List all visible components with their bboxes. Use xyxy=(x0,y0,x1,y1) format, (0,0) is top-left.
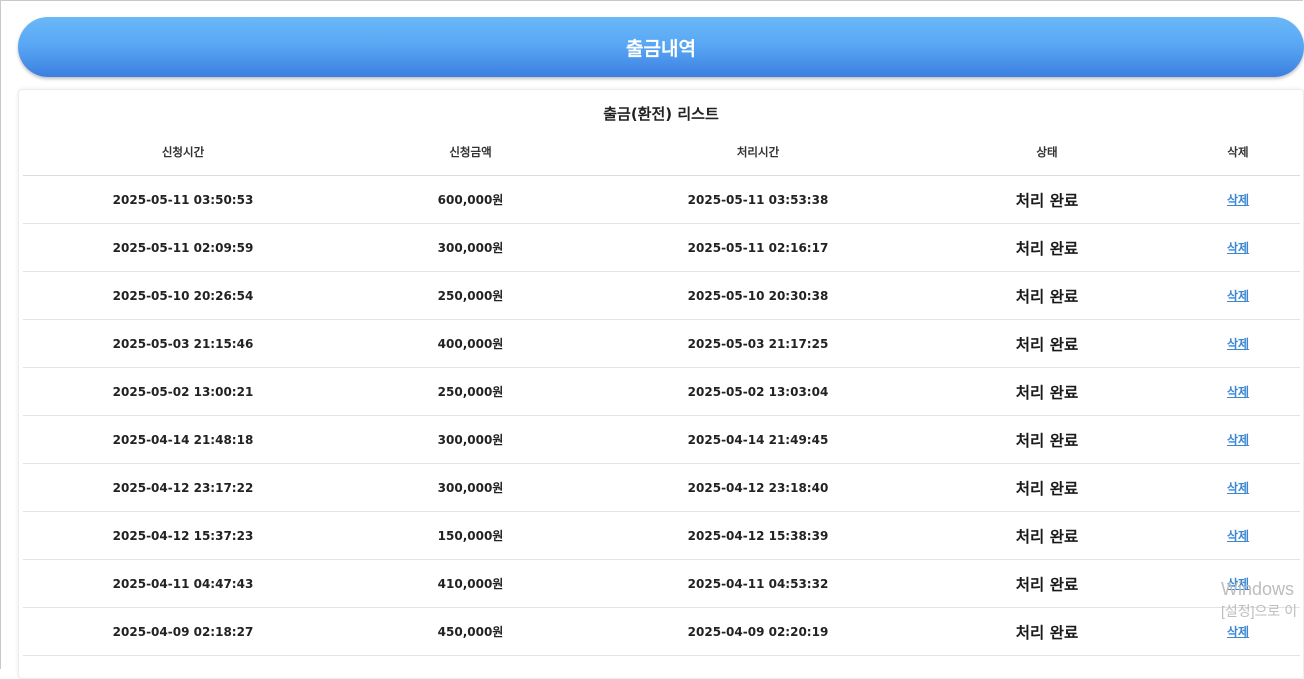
delete-link[interactable]: 삭제 xyxy=(1227,529,1249,543)
table-row: 2025-05-11 03:50:53 600,000원 2025-05-11 … xyxy=(23,175,1300,224)
delete-cell: 삭제 xyxy=(1176,463,1300,512)
amount-cell: 400,000원 xyxy=(343,319,598,368)
status-cell: 처리 완료 xyxy=(918,271,1176,320)
delete-link[interactable]: 삭제 xyxy=(1227,193,1249,207)
status-cell: 처리 완료 xyxy=(918,223,1176,272)
amount-cell: 600,000원 xyxy=(343,175,598,224)
delete-link[interactable]: 삭제 xyxy=(1227,433,1249,447)
amount-cell: 300,000원 xyxy=(343,463,598,512)
column-header-amount: 신청금액 xyxy=(343,129,598,176)
amount-cell: 150,000원 xyxy=(343,511,598,560)
delete-cell: 삭제 xyxy=(1176,415,1300,464)
withdraw-table: 신청시간 신청금액 처리시간 상태 삭제 2025-05-11 03:50:53… xyxy=(23,129,1300,656)
delete-link[interactable]: 삭제 xyxy=(1227,241,1249,255)
status-cell: 처리 완료 xyxy=(918,367,1176,416)
requested-at-cell: 2025-05-03 21:15:46 xyxy=(23,319,343,368)
delete-link[interactable]: 삭제 xyxy=(1227,385,1249,399)
processed-at-cell: 2025-05-11 02:16:17 xyxy=(598,223,918,272)
delete-cell: 삭제 xyxy=(1176,319,1300,368)
processed-at-cell: 2025-04-12 15:38:39 xyxy=(598,511,918,560)
status-cell: 처리 완료 xyxy=(918,559,1176,608)
status-cell: 처리 완료 xyxy=(918,415,1176,464)
table-row: 2025-04-09 02:18:27 450,000원 2025-04-09 … xyxy=(23,607,1300,656)
delete-cell: 삭제 xyxy=(1176,175,1300,224)
delete-link[interactable]: 삭제 xyxy=(1227,337,1249,351)
requested-at-cell: 2025-04-09 02:18:27 xyxy=(23,607,343,656)
column-header-processed-at: 처리시간 xyxy=(598,129,918,176)
amount-cell: 410,000원 xyxy=(343,559,598,608)
page-header-banner: 출금내역 xyxy=(18,17,1304,77)
requested-at-cell: 2025-04-12 23:17:22 xyxy=(23,463,343,512)
processed-at-cell: 2025-04-14 21:49:45 xyxy=(598,415,918,464)
delete-cell: 삭제 xyxy=(1176,511,1300,560)
delete-link[interactable]: 삭제 xyxy=(1227,289,1249,303)
status-cell: 처리 완료 xyxy=(918,175,1176,224)
processed-at-cell: 2025-04-11 04:53:32 xyxy=(598,559,918,608)
delete-link[interactable]: 삭제 xyxy=(1227,577,1249,591)
requested-at-cell: 2025-04-12 15:37:23 xyxy=(23,511,343,560)
requested-at-cell: 2025-05-10 20:26:54 xyxy=(23,271,343,320)
delete-cell: 삭제 xyxy=(1176,367,1300,416)
processed-at-cell: 2025-04-09 02:20:19 xyxy=(598,607,918,656)
table-header-row: 신청시간 신청금액 처리시간 상태 삭제 xyxy=(23,129,1300,176)
requested-at-cell: 2025-05-02 13:00:21 xyxy=(23,367,343,416)
requested-at-cell: 2025-05-11 02:09:59 xyxy=(23,223,343,272)
table-row: 2025-04-12 23:17:22 300,000원 2025-04-12 … xyxy=(23,463,1300,512)
amount-cell: 450,000원 xyxy=(343,607,598,656)
amount-cell: 250,000원 xyxy=(343,271,598,320)
list-title: 출금(환전) 리스트 xyxy=(603,105,719,123)
column-header-status: 상태 xyxy=(918,129,1176,176)
status-cell: 처리 완료 xyxy=(918,511,1176,560)
processed-at-cell: 2025-05-10 20:30:38 xyxy=(598,271,918,320)
table-row: 2025-05-10 20:26:54 250,000원 2025-05-10 … xyxy=(23,271,1300,320)
amount-cell: 250,000원 xyxy=(343,367,598,416)
delete-cell: 삭제 xyxy=(1176,223,1300,272)
processed-at-cell: 2025-05-03 21:17:25 xyxy=(598,319,918,368)
withdraw-list-panel: 출금(환전) 리스트 신청시간 신청금액 처리시간 상태 삭제 2025-05-… xyxy=(18,89,1304,679)
status-cell: 처리 완료 xyxy=(918,607,1176,656)
page-title: 출금내역 xyxy=(626,37,696,60)
table-row: 2025-05-03 21:15:46 400,000원 2025-05-03 … xyxy=(23,319,1300,368)
table-row: 2025-04-12 15:37:23 150,000원 2025-04-12 … xyxy=(23,511,1300,560)
processed-at-cell: 2025-04-12 23:18:40 xyxy=(598,463,918,512)
column-header-requested-at: 신청시간 xyxy=(23,129,343,176)
requested-at-cell: 2025-05-11 03:50:53 xyxy=(23,175,343,224)
amount-cell: 300,000원 xyxy=(343,223,598,272)
delete-link[interactable]: 삭제 xyxy=(1227,481,1249,495)
column-header-delete: 삭제 xyxy=(1176,129,1300,176)
processed-at-cell: 2025-05-11 03:53:38 xyxy=(598,175,918,224)
requested-at-cell: 2025-04-14 21:48:18 xyxy=(23,415,343,464)
table-row: 2025-05-02 13:00:21 250,000원 2025-05-02 … xyxy=(23,367,1300,416)
status-cell: 처리 완료 xyxy=(918,463,1176,512)
delete-cell: 삭제 xyxy=(1176,271,1300,320)
table-row: 2025-05-11 02:09:59 300,000원 2025-05-11 … xyxy=(23,223,1300,272)
amount-cell: 300,000원 xyxy=(343,415,598,464)
delete-link[interactable]: 삭제 xyxy=(1227,625,1249,639)
processed-at-cell: 2025-05-02 13:03:04 xyxy=(598,367,918,416)
delete-cell: 삭제 xyxy=(1176,607,1300,656)
requested-at-cell: 2025-04-11 04:47:43 xyxy=(23,559,343,608)
delete-cell: 삭제 xyxy=(1176,559,1300,608)
table-row: 2025-04-14 21:48:18 300,000원 2025-04-14 … xyxy=(23,415,1300,464)
table-row: 2025-04-11 04:47:43 410,000원 2025-04-11 … xyxy=(23,559,1300,608)
status-cell: 처리 완료 xyxy=(918,319,1176,368)
